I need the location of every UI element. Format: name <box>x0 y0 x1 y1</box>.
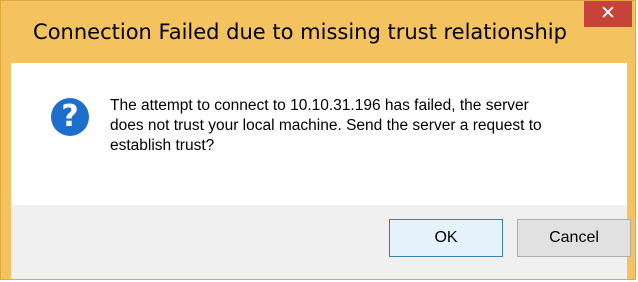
title-bar[interactable]: Connection Failed due to missing trust r… <box>1 1 635 63</box>
message-area: ? The attempt to connect to 10.10.31.196… <box>11 63 627 205</box>
dialog-title: Connection Failed due to missing trust r… <box>33 20 567 44</box>
dialog-body: ? The attempt to connect to 10.10.31.196… <box>11 63 631 279</box>
dialog-window: Connection Failed due to missing trust r… <box>0 0 636 280</box>
question-icon: ? <box>51 98 89 136</box>
cancel-button[interactable]: Cancel <box>517 219 631 257</box>
ok-button[interactable]: OK <box>389 219 503 257</box>
message-line: The attempt to connect to 10.10.31.196 h… <box>110 97 529 114</box>
message-line: does not trust your local machine. Send … <box>110 117 542 134</box>
message-line: establish trust? <box>110 137 215 154</box>
close-icon: ✕ <box>600 2 616 24</box>
dialog-message: The attempt to connect to 10.10.31.196 h… <box>110 96 610 156</box>
close-button[interactable]: ✕ <box>584 1 632 27</box>
